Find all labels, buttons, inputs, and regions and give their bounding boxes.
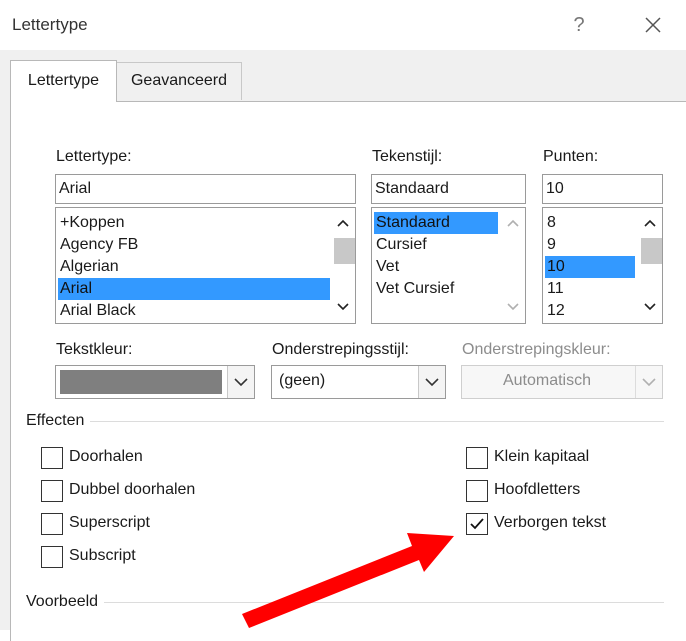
- chevron-down-icon: [234, 378, 248, 387]
- checkbox-label: Klein kapitaal: [494, 448, 590, 465]
- title-bar: Lettertype ?: [0, 0, 686, 50]
- effects-title: Effecten: [26, 412, 91, 430]
- checkbox-box[interactable]: [466, 447, 488, 469]
- dropdown-button[interactable]: [418, 366, 445, 398]
- close-button[interactable]: [638, 10, 668, 40]
- help-button[interactable]: ?: [566, 10, 592, 40]
- annotation-arrow-icon: [242, 533, 454, 628]
- underline-color-dropdown: Automatisch: [461, 365, 663, 399]
- chevron-down-icon: [644, 303, 656, 311]
- font-label: Lettertype:: [56, 148, 132, 165]
- font-color-dropdown[interactable]: [55, 365, 255, 399]
- style-label: Tekenstijl:: [372, 148, 443, 165]
- font-list-scrollbar[interactable]: [331, 208, 355, 323]
- list-item[interactable]: Agency FB: [58, 234, 330, 256]
- font-input[interactable]: Arial: [55, 174, 356, 204]
- list-item[interactable]: Algerian: [58, 256, 330, 278]
- checkbox-box[interactable]: [41, 447, 63, 469]
- list-item[interactable]: Arial Black: [58, 300, 330, 322]
- list-item[interactable]: 12: [545, 300, 635, 322]
- dropdown-button: [635, 366, 662, 398]
- close-icon: [645, 17, 661, 33]
- chevron-up-icon: [337, 219, 349, 227]
- underline-style-value: (geen): [279, 372, 326, 389]
- effects-separator: [26, 421, 664, 422]
- scroll-down-button[interactable]: [638, 296, 662, 318]
- size-input[interactable]: 10: [542, 174, 663, 204]
- list-item[interactable]: Cursief: [374, 234, 498, 256]
- scroll-up-button[interactable]: [331, 212, 355, 234]
- checkbox-box[interactable]: [41, 513, 63, 535]
- checkbox-label: Subscript: [69, 547, 136, 564]
- underline-color-value: Automatisch: [502, 372, 592, 389]
- underline-style-label: Onderstrepingsstijl:: [272, 341, 409, 358]
- checkbox-label: Superscript: [69, 514, 150, 531]
- list-item-selected[interactable]: Standaard: [374, 212, 498, 234]
- checkbox-label: Dubbel doorhalen: [69, 481, 196, 498]
- checkbox-box[interactable]: [466, 513, 488, 535]
- scroll-up-button[interactable]: [501, 212, 525, 234]
- tab-geavanceerd[interactable]: Geavanceerd: [116, 62, 242, 100]
- size-label: Punten:: [543, 148, 599, 165]
- style-list-scrollbar[interactable]: [501, 208, 525, 323]
- tab-label: Geavanceerd: [130, 72, 228, 89]
- checkbox-label: Hoofdletters: [494, 481, 581, 498]
- list-item[interactable]: 8: [545, 212, 635, 234]
- chevron-down-icon: [642, 378, 656, 387]
- chevron-down-icon: [337, 303, 349, 311]
- style-list[interactable]: Standaard Cursief Vet Vet Cursief: [371, 207, 526, 324]
- scroll-thumb[interactable]: [641, 238, 662, 264]
- underline-color-label: Onderstrepingskleur:: [462, 341, 611, 358]
- style-input[interactable]: Standaard: [371, 174, 526, 204]
- style-input-value: Standaard: [375, 180, 449, 197]
- scroll-thumb[interactable]: [334, 238, 355, 264]
- checkbox-label: Verborgen tekst: [494, 514, 607, 531]
- checkbox-box[interactable]: [41, 480, 63, 502]
- chevron-up-icon: [644, 219, 656, 227]
- tab-label: Lettertype: [27, 72, 100, 89]
- checkbox-box[interactable]: [41, 546, 63, 568]
- checkbox-box[interactable]: [466, 480, 488, 502]
- window-title: Lettertype: [12, 15, 88, 34]
- checkbox-label: Doorhalen: [69, 448, 143, 465]
- list-item[interactable]: Vet: [374, 256, 498, 278]
- font-input-value: Arial: [59, 180, 92, 197]
- list-item[interactable]: 11: [545, 278, 635, 300]
- chevron-down-icon: [425, 378, 439, 387]
- tab-lettertype[interactable]: Lettertype: [10, 60, 117, 102]
- list-item-selected[interactable]: 10: [545, 256, 635, 278]
- size-list[interactable]: 8 9 10 11 12: [542, 207, 663, 324]
- chevron-up-icon: [507, 219, 519, 227]
- preview-title: Voorbeeld: [26, 593, 105, 611]
- checkmark-icon: [470, 518, 484, 530]
- list-item[interactable]: 9: [545, 234, 635, 256]
- scroll-up-button[interactable]: [638, 212, 662, 234]
- scroll-down-button[interactable]: [501, 296, 525, 318]
- list-item-selected[interactable]: Arial: [58, 278, 330, 300]
- font-color-label: Tekstkleur:: [56, 341, 133, 358]
- size-input-value: 10: [546, 180, 564, 197]
- size-list-scrollbar[interactable]: [638, 208, 662, 323]
- scroll-down-button[interactable]: [331, 296, 355, 318]
- color-swatch: [60, 370, 222, 394]
- list-item[interactable]: +Koppen: [58, 212, 330, 234]
- list-item[interactable]: Vet Cursief: [374, 278, 498, 300]
- underline-style-dropdown[interactable]: (geen): [271, 365, 446, 399]
- chevron-down-icon: [507, 303, 519, 311]
- dropdown-button[interactable]: [227, 366, 254, 398]
- font-list[interactable]: +Koppen Agency FB Algerian Arial Arial B…: [55, 207, 356, 324]
